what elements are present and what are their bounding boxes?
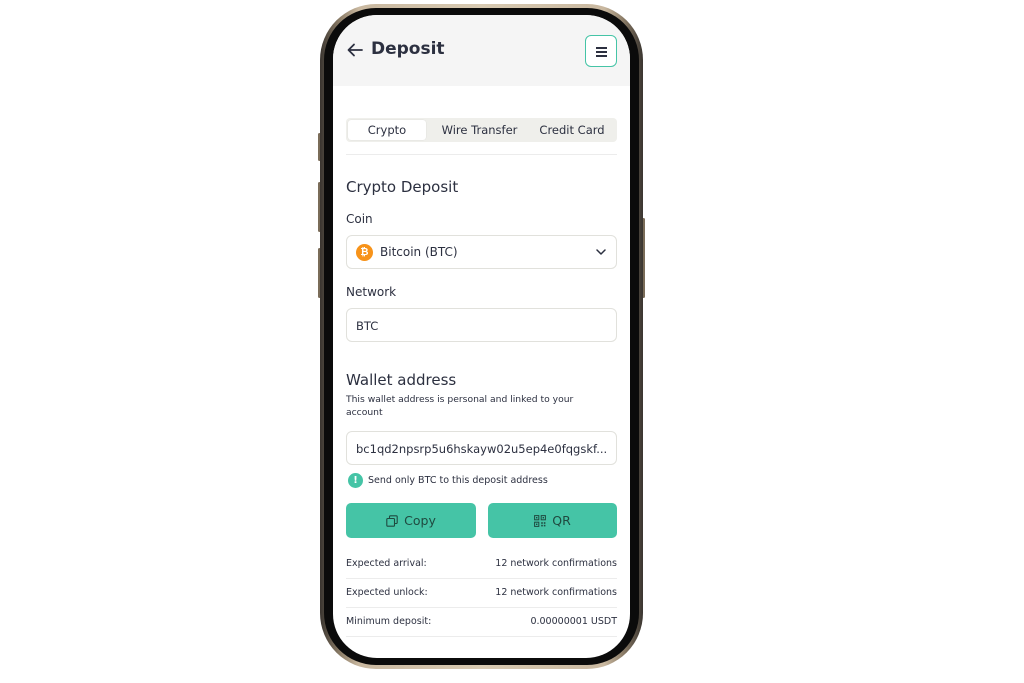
qr-button-label: QR <box>552 513 571 528</box>
deposit-method-tabs: Crypto Wire Transfer Credit Card <box>346 118 617 142</box>
info-label: Expected unlock: <box>346 587 428 598</box>
hamburger-icon <box>596 55 607 57</box>
coin-label: Coin <box>346 212 373 226</box>
info-row-expected-arrival: Expected arrival: 12 network confirmatio… <box>346 550 617 579</box>
hamburger-icon <box>596 47 607 49</box>
qr-code-icon <box>534 514 547 527</box>
info-row-expected-unlock: Expected unlock: 12 network confirmation… <box>346 579 617 608</box>
page-title: Deposit <box>371 39 445 59</box>
wallet-address-field[interactable]: bc1qd2npsrp5u6hskayw02u5ep4e0fqgskf... <box>346 431 617 465</box>
tab-crypto[interactable]: Crypto <box>348 120 426 140</box>
qr-button[interactable]: QR <box>488 503 617 538</box>
info-label: Expected arrival: <box>346 558 427 569</box>
bitcoin-icon: ₿ <box>356 244 373 261</box>
network-label: Network <box>346 285 397 299</box>
tab-wire-transfer[interactable]: Wire Transfer <box>432 120 527 140</box>
info-label: Minimum deposit: <box>346 616 432 627</box>
copy-button-label: Copy <box>404 513 436 528</box>
phone-screen: Deposit Crypto Wire Transfer Credit Card… <box>333 15 630 658</box>
copy-button[interactable]: Copy <box>346 503 476 538</box>
coin-select[interactable]: ₿ Bitcoin (BTC) <box>346 235 617 269</box>
info-value: 12 network confirmations <box>495 558 617 569</box>
chevron-down-icon <box>596 249 606 255</box>
back-arrow-icon[interactable] <box>346 40 364 60</box>
info-exclamation-icon: ! <box>348 473 363 488</box>
info-value: 12 network confirmations <box>495 587 617 598</box>
deposit-notice: Send only BTC to this deposit address <box>368 475 548 486</box>
tabs-divider <box>346 154 617 155</box>
wallet-address-value: bc1qd2npsrp5u6hskayw02u5ep4e0fqgskf... <box>356 442 608 456</box>
wallet-address-description: This wallet address is personal and link… <box>346 394 574 418</box>
wallet-address-title: Wallet address <box>346 371 457 389</box>
crypto-deposit-title: Crypto Deposit <box>346 178 459 196</box>
copy-icon <box>386 514 398 527</box>
menu-button[interactable] <box>585 35 617 67</box>
info-row-minimum-deposit: Minimum deposit: 0.00000001 USDT <box>346 608 617 637</box>
tab-credit-card[interactable]: Credit Card <box>529 120 615 140</box>
hamburger-icon <box>596 51 607 53</box>
coin-select-value: Bitcoin (BTC) <box>380 245 458 259</box>
network-field[interactable]: BTC <box>346 308 617 342</box>
network-value: BTC <box>356 319 379 333</box>
info-value: 0.00000001 USDT <box>530 616 617 627</box>
app-header: Deposit <box>333 15 630 86</box>
